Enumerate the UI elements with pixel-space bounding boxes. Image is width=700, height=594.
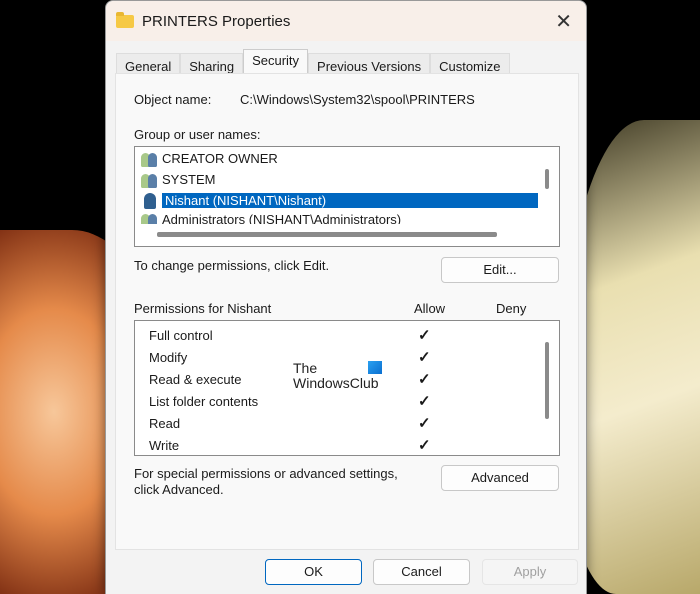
group-icon — [141, 151, 159, 167]
cancel-button[interactable]: Cancel — [373, 559, 470, 585]
group-name: Administrators (NISHANT\Administrators) — [162, 212, 402, 224]
change-permissions-text: To change permissions, click Edit. — [134, 258, 330, 273]
watermark: The WindowsClub — [293, 360, 382, 391]
edit-button[interactable]: Edit... — [441, 257, 559, 283]
permission-name: Read & execute — [149, 372, 242, 387]
ok-button[interactable]: OK — [265, 559, 362, 585]
user-icon — [141, 192, 159, 209]
group-icon — [141, 172, 159, 188]
group-list[interactable]: CREATOR OWNER SYSTEM Nishant (NISHANT\Ni… — [134, 146, 560, 247]
folder-icon — [116, 11, 134, 28]
group-name: CREATOR OWNER — [162, 151, 278, 166]
permissions-list: Full control Modify Read & execute List … — [134, 320, 560, 456]
advanced-text-1: For special permissions or advanced sett… — [134, 466, 398, 481]
windows-logo-icon — [368, 361, 382, 374]
permission-name: Modify — [149, 350, 188, 365]
apply-button[interactable]: Apply — [482, 559, 578, 585]
permission-name: Read — [149, 416, 181, 431]
allow-check-icon: ✓ — [418, 415, 431, 432]
permission-name: Write — [149, 438, 180, 453]
allow-header: Allow — [414, 301, 446, 316]
list-item[interactable]: CREATOR OWNER — [141, 149, 278, 168]
properties-dialog: PRINTERS Properties ✕ General Sharing Se… — [105, 0, 587, 594]
list-item-selected[interactable]: Nishant (NISHANT\Nishant) — [141, 191, 538, 210]
list-item[interactable]: SYSTEM — [141, 170, 215, 189]
horizontal-scrollbar[interactable] — [157, 232, 497, 237]
group-icon — [141, 212, 159, 224]
object-name-value: C:\Windows\System32\spool\PRINTERS — [240, 92, 475, 107]
permission-name: List folder contents — [149, 394, 259, 409]
title-bar: PRINTERS Properties ✕ — [106, 1, 586, 41]
permission-name: Full control — [149, 328, 213, 343]
allow-check-icon: ✓ — [418, 393, 431, 410]
group-name: SYSTEM — [162, 172, 216, 187]
deny-header: Deny — [496, 301, 527, 316]
permissions-label: Permissions for Nishant — [134, 301, 272, 316]
allow-check-icon: ✓ — [418, 371, 431, 388]
allow-check-icon: ✓ — [418, 327, 431, 344]
watermark-line1: The — [293, 360, 318, 376]
advanced-button[interactable]: Advanced — [441, 465, 559, 491]
watermark-line2: WindowsClub — [293, 375, 379, 391]
vertical-scrollbar[interactable] — [545, 169, 549, 189]
allow-check-icon: ✓ — [418, 437, 431, 454]
object-name-label: Object name: — [134, 92, 212, 107]
advanced-text-2: click Advanced. — [134, 482, 224, 497]
vertical-scrollbar[interactable] — [545, 342, 549, 419]
security-panel: Object name: C:\Windows\System32\spool\P… — [115, 73, 579, 550]
allow-check-icon: ✓ — [418, 349, 431, 366]
close-icon[interactable]: ✕ — [555, 9, 572, 34]
window-title: PRINTERS Properties — [142, 12, 291, 30]
group-name: Nishant (NISHANT\Nishant) — [162, 193, 538, 208]
group-label: Group or user names: — [134, 127, 261, 142]
list-item[interactable]: Administrators (NISHANT\Administrators) — [141, 212, 401, 224]
